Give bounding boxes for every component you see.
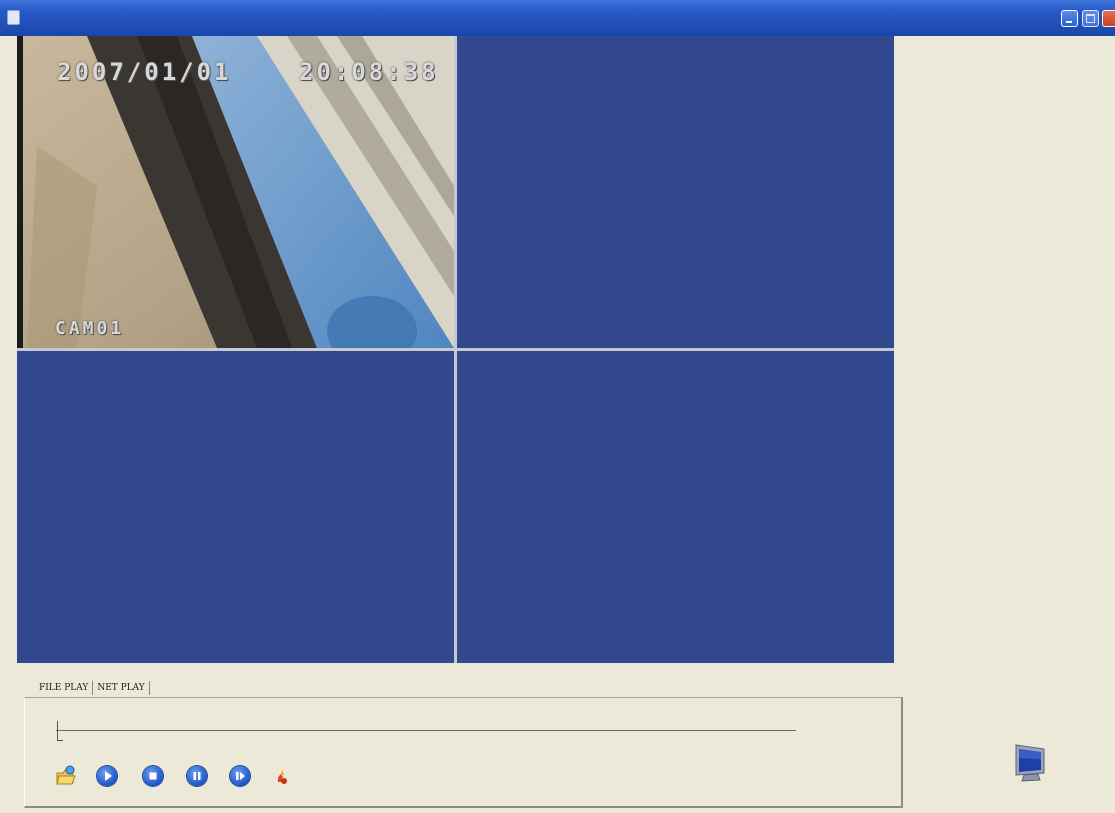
play-icon [105, 771, 112, 781]
stop-icon [149, 772, 157, 780]
maximize-button[interactable] [1082, 10, 1099, 27]
play-button[interactable] [97, 766, 117, 786]
step-forward-icon [236, 772, 245, 780]
title-bar[interactable] [0, 0, 1115, 36]
player-tabs: FILE PLAY NET PLAY [35, 677, 150, 695]
video-grid: 2007/01/01 20:08:38 CAM01 [17, 36, 894, 663]
osd-camera-label: CAM01 [55, 318, 125, 339]
pause-icon [193, 772, 201, 780]
playback-panel [24, 697, 903, 808]
app-icon[interactable] [7, 10, 20, 25]
snapshot-button[interactable] [274, 768, 290, 786]
close-button[interactable] [1102, 10, 1115, 27]
open-file-icon [56, 765, 76, 785]
seek-slider[interactable] [56, 730, 796, 731]
video-channel-1[interactable]: 2007/01/01 20:08:38 CAM01 [17, 36, 454, 348]
seek-slider-thumb[interactable] [57, 721, 63, 741]
stop-button[interactable] [143, 766, 163, 786]
video-channel-3[interactable] [17, 351, 454, 663]
osd-time: 20:08:38 [299, 58, 439, 86]
pause-button[interactable] [187, 766, 207, 786]
video-channel-4[interactable] [457, 351, 894, 663]
osd-date: 2007/01/01 [57, 58, 232, 86]
snapshot-icon [277, 770, 287, 784]
open-file-button[interactable] [55, 765, 77, 787]
step-forward-button[interactable] [230, 766, 250, 786]
video-channel-2[interactable] [457, 36, 894, 348]
tab-net-play[interactable]: NET PLAY [93, 681, 150, 695]
display-settings-button[interactable] [1010, 741, 1050, 783]
tab-file-play[interactable]: FILE PLAY [35, 681, 94, 695]
monitor-icon [1015, 744, 1045, 782]
minimize-button[interactable] [1061, 10, 1078, 27]
